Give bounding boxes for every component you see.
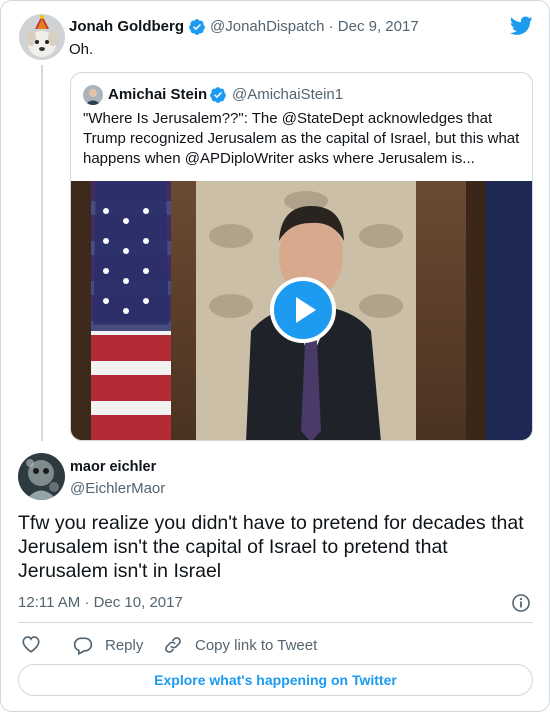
quoted-tweet[interactable]: Amichai Stein @AmichaiStein1 "Where Is J… [70,72,533,441]
quoted-author-avatar[interactable] [83,85,103,105]
tweet-timestamp[interactable]: 12:11 AM · Dec 10, 2017 [18,594,183,611]
play-icon [296,297,316,323]
parent-handle-date[interactable]: @JonahDispatch · Dec 9, 2017 [210,18,419,35]
tweet-embed-card: Jonah Goldberg @JonahDispatch · Dec 9, 2… [0,0,550,712]
parent-author-avatar[interactable] [19,14,65,60]
parent-author-name[interactable]: Jonah Goldberg [69,18,184,35]
reply-button[interactable]: Reply [73,635,143,655]
quoted-handle: @AmichaiStein1 [232,86,344,103]
verified-badge-icon [209,86,227,109]
explore-twitter-button[interactable]: Explore what's happening on Twitter [18,664,533,696]
play-button[interactable] [270,277,336,343]
copy-link-button[interactable]: Copy link to Tweet [163,635,317,655]
copy-link-label: Copy link to Tweet [195,636,318,654]
parent-tweet-text: Oh. [69,41,94,58]
main-tweet-text: Tfw you realize you didn't have to prete… [18,512,524,582]
twitter-bird-icon[interactable] [509,16,533,41]
verified-badge-icon [188,18,206,41]
link-icon [165,637,181,653]
quoted-tweet-text: "Where Is Jerusalem??": The @StateDept a… [83,110,520,167]
quoted-author-name: Amichai Stein [108,86,208,103]
reply-label: Reply [105,636,144,654]
heart-icon [22,636,40,653]
info-icon[interactable] [511,593,531,618]
like-button[interactable] [21,635,53,653]
reply-icon [73,637,93,655]
main-author-handle[interactable]: @EichlerMaor [70,480,165,497]
main-author-avatar[interactable] [18,453,65,500]
divider [18,622,533,623]
main-author-name[interactable]: maor eichler [70,459,156,475]
thread-connector [41,65,43,441]
video-thumbnail[interactable] [71,181,532,440]
